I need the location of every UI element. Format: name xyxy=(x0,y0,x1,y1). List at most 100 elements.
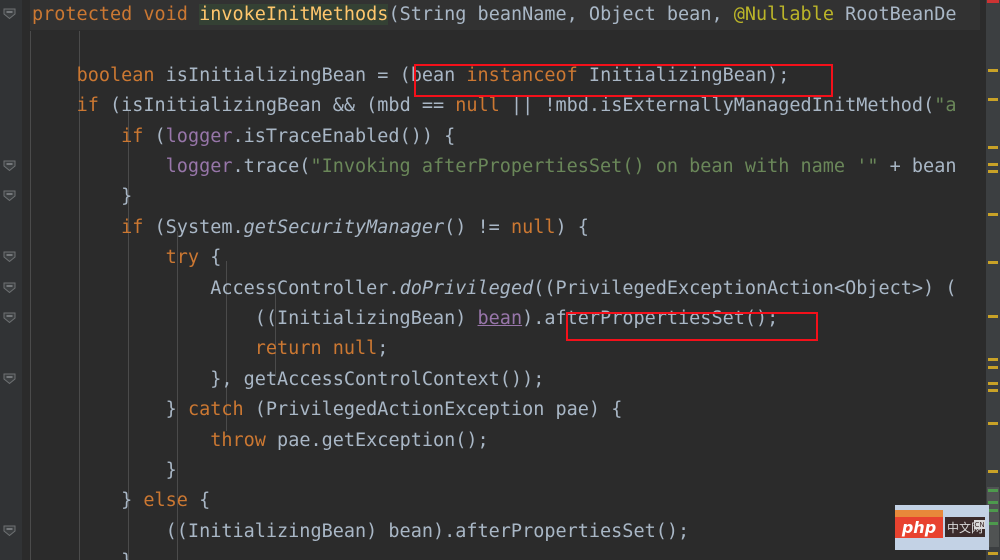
code-token: null xyxy=(332,338,378,360)
code-token: if xyxy=(76,95,99,117)
stripe-info-mark[interactable] xyxy=(988,489,998,492)
code-line[interactable]: } xyxy=(32,547,132,560)
code-line[interactable]: if (isInitializingBean && (mbd == null |… xyxy=(32,91,957,121)
code-token: ; xyxy=(377,338,389,360)
stripe-warning-mark[interactable] xyxy=(988,213,998,216)
stripe-info-mark[interactable] xyxy=(988,522,998,525)
code-line[interactable]: }, getAccessControlContext()); xyxy=(32,365,544,395)
code-token: @Nullable xyxy=(733,4,834,25)
code-token: null xyxy=(455,95,500,117)
code-line[interactable]: ((InitializingBean) bean).afterPropertie… xyxy=(32,304,779,334)
code-token: ) { xyxy=(555,216,589,238)
code-content[interactable]: protected void invokeInitMethods(String … xyxy=(0,0,1000,560)
code-token: InitializingBean); xyxy=(577,64,790,86)
code-token: return xyxy=(254,338,322,360)
php-logo-text: php xyxy=(901,517,937,537)
code-line[interactable]: return null; xyxy=(32,334,389,364)
php-logo: php xyxy=(895,510,943,538)
code-token: (isInitializingBean && (mbd == xyxy=(98,95,456,117)
code-token: } xyxy=(32,399,188,421)
code-line[interactable]: } xyxy=(32,456,177,486)
code-token: ).afterPropertiesSet(); xyxy=(522,308,779,329)
code-token: isInitializingBean = (bean xyxy=(154,64,467,86)
code-token: instanceof xyxy=(466,64,578,86)
stripe-warning-mark[interactable] xyxy=(988,163,998,166)
code-line[interactable]: } catch (PrivilegedActionException pae) … xyxy=(32,395,623,425)
code-editor[interactable]: protected void invokeInitMethods(String … xyxy=(0,0,1000,560)
stripe-warning-mark[interactable] xyxy=(988,552,998,555)
stripe-info-mark[interactable] xyxy=(988,509,998,512)
code-token: try xyxy=(165,247,200,269)
code-token: } xyxy=(32,186,133,208)
stripe-warning-mark[interactable] xyxy=(988,98,998,101)
stripe-warning-mark[interactable] xyxy=(988,470,998,473)
code-token: "a xyxy=(934,95,957,117)
code-line[interactable]: boolean isInitializingBean = (bean insta… xyxy=(32,61,790,91)
code-token: logger xyxy=(165,156,233,177)
stripe-warning-mark[interactable] xyxy=(988,69,998,72)
code-token: null xyxy=(510,216,556,238)
php-logo-accent xyxy=(895,510,943,517)
stripe-warning-mark[interactable] xyxy=(988,389,998,392)
code-line[interactable]: } else { xyxy=(32,486,210,516)
error-stripe-top-indicator[interactable] xyxy=(987,0,999,3)
code-token: RootBeanDe xyxy=(833,4,957,25)
code-token: "Invoking afterPropertiesSet() on bean w… xyxy=(310,156,879,177)
code-token: else xyxy=(143,490,188,512)
code-token: AccessController. xyxy=(32,277,400,299)
code-token: catch xyxy=(187,399,244,421)
code-token: (PrivilegedActionException pae) { xyxy=(243,399,623,421)
code-line[interactable]: logger.trace("Invoking afterPropertiesSe… xyxy=(32,152,957,182)
stripe-warning-mark[interactable] xyxy=(988,170,998,173)
stripe-warning-mark[interactable] xyxy=(988,382,998,385)
stripe-warning-mark[interactable] xyxy=(988,358,998,361)
code-token: invokeInitMethods xyxy=(199,4,389,25)
code-line[interactable]: AccessController.doPrivileged((Privilege… xyxy=(32,274,956,304)
code-token: if xyxy=(121,125,144,147)
stripe-warning-mark[interactable] xyxy=(988,146,998,149)
code-token: ((InitializingBean) xyxy=(32,308,478,329)
code-token: ((InitializingBean) bean).afterPropertie… xyxy=(32,520,690,542)
code-line[interactable]: } xyxy=(32,182,132,212)
code-token: pae.getException(); xyxy=(265,429,489,451)
code-line[interactable]: ((InitializingBean) bean).afterPropertie… xyxy=(32,517,690,547)
php-watermark: php 中文网 CN xyxy=(895,505,989,550)
code-token: bean xyxy=(477,308,523,329)
code-token: getSecurityManager xyxy=(243,216,445,238)
code-token: } xyxy=(32,490,144,512)
code-token: .trace( xyxy=(232,156,311,177)
stripe-info-mark[interactable] xyxy=(988,501,998,504)
code-token: .isTraceEnabled()) { xyxy=(232,125,456,147)
code-token: boolean xyxy=(76,64,155,86)
code-token: } xyxy=(32,551,132,560)
code-line[interactable]: if (logger.isTraceEnabled()) { xyxy=(32,122,455,152)
code-token: } xyxy=(32,460,177,481)
code-token: logger xyxy=(165,125,233,147)
error-stripe-scrollbar[interactable] xyxy=(986,0,1000,560)
code-token: { xyxy=(187,490,211,512)
code-token: }, getAccessControlContext()); xyxy=(32,368,545,390)
code-line[interactable]: protected void invokeInitMethods(String … xyxy=(32,0,957,30)
stripe-warning-mark[interactable] xyxy=(988,422,998,425)
code-token: (String beanName, Object bean, xyxy=(388,4,734,25)
code-token: throw xyxy=(210,429,266,451)
code-line[interactable]: throw pae.getException(); xyxy=(32,426,489,456)
stripe-warning-mark[interactable] xyxy=(988,366,998,369)
code-token: protected xyxy=(32,4,133,25)
code-token: { xyxy=(199,247,222,269)
stripe-warning-mark[interactable] xyxy=(988,315,998,318)
watermark-badge: CN xyxy=(974,520,985,529)
code-token: () != xyxy=(444,216,511,238)
code-line[interactable]: try { xyxy=(32,243,222,273)
code-line[interactable]: if (System.getSecurityManager() != null)… xyxy=(32,213,589,243)
code-token: || !mbd.isExternallyManagedInitMethod( xyxy=(499,95,935,117)
code-token: doPrivileged xyxy=(399,277,534,299)
stripe-warning-mark[interactable] xyxy=(988,261,998,264)
code-token: + bean xyxy=(878,156,957,177)
code-token: (System. xyxy=(143,216,244,238)
